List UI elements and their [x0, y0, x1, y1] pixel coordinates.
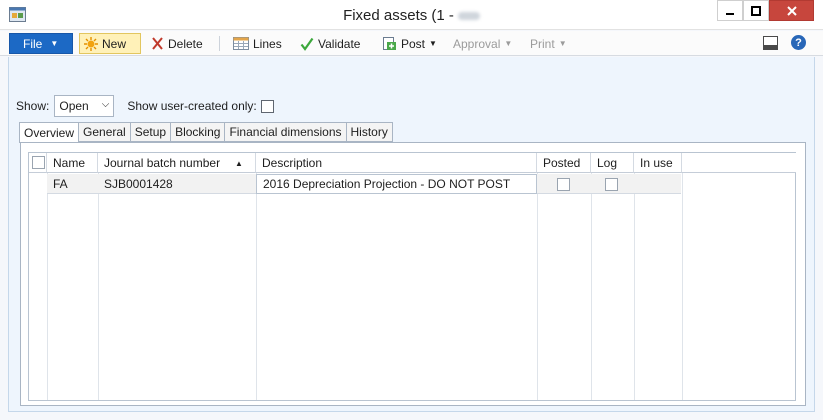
- file-label: File: [23, 36, 43, 51]
- column-header-journal-batch-number-label: Journal batch number: [104, 155, 221, 170]
- post-document-icon: [382, 36, 397, 51]
- post-label: Post: [401, 36, 426, 51]
- validate-button[interactable]: Validate: [296, 33, 364, 54]
- chevron-down-icon: ▼: [429, 39, 437, 48]
- print-menu-button[interactable]: Print ▼: [526, 33, 571, 54]
- lines-grid-icon: [233, 37, 249, 50]
- chevron-down-icon: ⌵: [101, 99, 110, 110]
- chevron-down-icon: ▼: [504, 39, 513, 48]
- validate-label: Validate: [318, 36, 361, 51]
- new-button[interactable]: New: [79, 33, 141, 54]
- chevron-down-icon: ▼: [50, 39, 59, 48]
- cell-journal-batch-number[interactable]: SJB0001428: [98, 174, 256, 194]
- chevron-down-icon: ▼: [558, 39, 567, 48]
- sort-ascending-icon: ▲: [235, 159, 243, 168]
- lines-label: Lines: [253, 36, 282, 51]
- cell-log: [591, 174, 634, 194]
- select-all-header: [29, 153, 47, 173]
- cell-posted: [537, 174, 591, 194]
- post-menu-button[interactable]: Post ▼: [378, 33, 441, 54]
- approval-label: Approval: [453, 36, 501, 51]
- maximize-button[interactable]: [743, 0, 769, 21]
- user-created-checkbox[interactable]: [260, 99, 274, 113]
- close-button[interactable]: [769, 0, 814, 21]
- print-label: Print: [530, 36, 555, 51]
- column-header-posted[interactable]: Posted: [537, 153, 591, 173]
- delete-x-icon: [151, 37, 164, 50]
- minimize-icon: [726, 12, 734, 15]
- delete-button[interactable]: Delete: [147, 33, 207, 54]
- redacted-text: [457, 12, 480, 21]
- show-label: Show:: [16, 99, 50, 113]
- column-header-in-use[interactable]: In use: [634, 153, 682, 173]
- log-checkbox[interactable]: [605, 177, 618, 191]
- column-header-log[interactable]: Log: [591, 153, 634, 173]
- tab-general[interactable]: General: [79, 122, 131, 142]
- select-all-checkbox[interactable]: [32, 156, 45, 169]
- new-label: New: [102, 36, 127, 51]
- approval-menu-button[interactable]: Approval ▼: [449, 33, 516, 54]
- table-row[interactable]: FA SJB0001428 2016 Depreciation Projecti…: [47, 174, 681, 194]
- close-icon: [786, 5, 797, 16]
- column-divider: [591, 173, 592, 400]
- show-select-value: Open: [59, 99, 89, 113]
- cell-in-use: [634, 174, 681, 194]
- minimize-button[interactable]: [717, 0, 743, 21]
- column-header-filler: [682, 153, 796, 173]
- column-divider: [256, 173, 257, 400]
- checkmark-icon: [300, 37, 314, 51]
- lines-button[interactable]: Lines: [229, 33, 286, 54]
- window-title: Fixed assets (1 -: [0, 7, 823, 24]
- column-divider: [537, 173, 538, 400]
- overview-tab-page: Name Journal batch number ▲ Description …: [20, 142, 806, 406]
- action-toolbar: File ▼ New Delete Lines Validate Post ▼: [0, 31, 823, 56]
- user-created-label: Show user-created only:: [127, 99, 257, 113]
- file-menu-button[interactable]: File ▼: [9, 33, 73, 54]
- tab-blocking[interactable]: Blocking: [171, 122, 226, 142]
- journal-grid[interactable]: Name Journal batch number ▲ Description …: [28, 152, 796, 401]
- cell-description[interactable]: 2016 Depreciation Projection - DO NOT PO…: [256, 174, 537, 194]
- tab-setup[interactable]: Setup: [130, 122, 172, 142]
- delete-label: Delete: [168, 36, 203, 51]
- column-divider: [634, 173, 635, 400]
- column-divider: [98, 173, 99, 400]
- factbox-toggle-icon[interactable]: [763, 36, 778, 50]
- cell-name[interactable]: FA: [47, 174, 98, 194]
- help-icon[interactable]: ?: [791, 35, 806, 50]
- column-header-name[interactable]: Name: [47, 153, 98, 173]
- title-bar: Fixed assets (1 -: [0, 0, 823, 30]
- toolbar-separator: [219, 36, 220, 51]
- column-divider: [682, 173, 683, 400]
- posted-checkbox[interactable]: [557, 177, 570, 191]
- tab-overview[interactable]: Overview: [19, 122, 80, 143]
- tab-history[interactable]: History: [346, 122, 393, 142]
- maximize-icon: [751, 5, 761, 16]
- tab-financial-dimensions[interactable]: Financial dimensions: [225, 122, 347, 142]
- column-header-journal-batch-number[interactable]: Journal batch number ▲: [98, 153, 256, 173]
- column-header-description[interactable]: Description: [256, 153, 537, 173]
- show-select[interactable]: Open ⌵: [54, 95, 115, 117]
- window-title-text: Fixed assets (1 -: [343, 7, 454, 24]
- filter-row: Show: Open ⌵ Show user-created only:: [16, 95, 274, 117]
- new-star-icon: [84, 36, 98, 51]
- tab-strip: Overview General Setup Blocking Financia…: [19, 122, 393, 143]
- column-divider: [47, 173, 48, 400]
